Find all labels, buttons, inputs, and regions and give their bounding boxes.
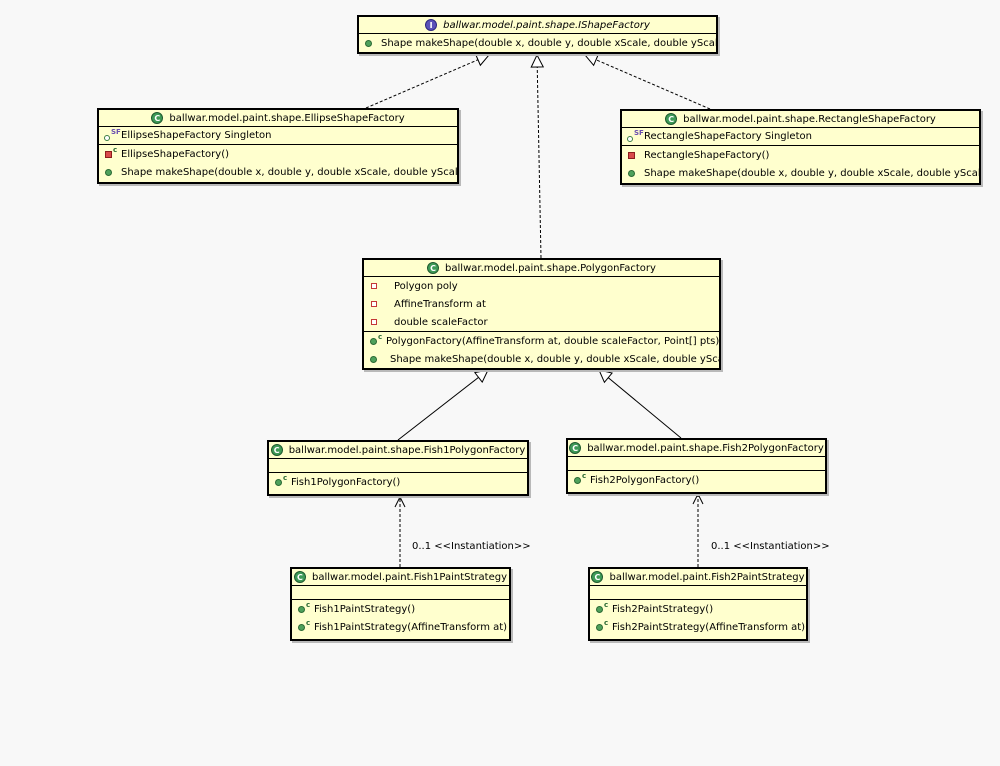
rectangleshapefactory-title: ballwar.model.paint.shape.RectangleShape…	[683, 113, 936, 125]
polygonfactory-class-box[interactable]: C ballwar.model.paint.shape.PolygonFacto…	[362, 258, 721, 370]
public-constructor-icon: c	[572, 472, 588, 487]
public-constructor-icon: c	[594, 619, 610, 634]
method-label: Shape makeShape(double x, double y, doub…	[121, 166, 457, 178]
class-icon: C	[151, 112, 164, 124]
class-icon: C	[591, 571, 604, 583]
constructor-label: RectangleShapeFactory()	[644, 149, 770, 161]
field-row[interactable]: double scaleFactor	[364, 313, 719, 331]
constructor-label: Fish2PaintStrategy(AffineTransform at)	[612, 621, 806, 633]
class-icon: C	[665, 113, 678, 125]
empty-fields-section	[568, 457, 825, 471]
fish1-instantiation-label: 0..1 <<Instantiation>>	[412, 541, 531, 552]
field-label: RectangleShapeFactory Singleton	[644, 131, 812, 142]
private-field-icon	[368, 315, 384, 329]
fish1polygonfactory-header: C ballwar.model.paint.shape.Fish1Polygon…	[269, 442, 527, 459]
public-method-icon	[626, 166, 642, 180]
constructor-row[interactable]: c Fish1PaintStrategy()	[292, 600, 509, 618]
constructor-row[interactable]: c Fish2PolygonFactory()	[568, 471, 825, 489]
rectangleshapefactory-header: C ballwar.model.paint.shape.RectangleSha…	[622, 111, 979, 128]
generalization-edge-fish2	[599, 370, 682, 439]
realization-edge-ellipse	[365, 55, 489, 109]
public-constructor-icon: c	[368, 333, 384, 348]
field-row[interactable]: Polygon poly	[364, 277, 719, 295]
field-row[interactable]: SF EllipseShapeFactory Singleton	[99, 127, 457, 144]
constructor-row[interactable]: c Fish1PaintStrategy(AffineTransform at)	[292, 618, 509, 636]
rectangleshapefactory-class-box[interactable]: C ballwar.model.paint.shape.RectangleSha…	[620, 109, 981, 185]
field-row[interactable]: SF RectangleShapeFactory Singleton	[622, 128, 979, 145]
constructor-row[interactable]: c PolygonFactory(AffineTransform at, dou…	[364, 332, 719, 350]
public-constructor-icon: c	[296, 619, 312, 634]
field-label: double scaleFactor	[394, 316, 488, 328]
static-final-field-icon: SF	[103, 128, 121, 143]
field-label: Polygon poly	[394, 280, 458, 292]
fish1paintstrategy-title: ballwar.model.paint.Fish1PaintStrategy	[311, 571, 508, 583]
fish1polygonfactory-title: ballwar.model.paint.shape.Fish1PolygonFa…	[288, 444, 526, 456]
polygonfactory-title: ballwar.model.paint.shape.PolygonFactory	[445, 262, 656, 274]
fish2polygonfactory-header: C ballwar.model.paint.shape.Fish2Polygon…	[568, 440, 825, 457]
constructor-row[interactable]: RectangleShapeFactory()	[622, 146, 979, 164]
class-icon: C	[270, 444, 283, 456]
fish1paintstrategy-class-box[interactable]: C ballwar.model.paint.Fish1PaintStrategy…	[290, 567, 511, 641]
class-icon: C	[293, 571, 306, 583]
constructor-row[interactable]: c Fish1PolygonFactory()	[269, 473, 527, 491]
fish2paintstrategy-title: ballwar.model.paint.Fish2PaintStrategy	[609, 571, 805, 583]
class-icon: C	[427, 262, 440, 274]
fish2polygonfactory-title: ballwar.model.paint.shape.Fish2PolygonFa…	[587, 442, 824, 454]
fish2-instantiation-label: 0..1 <<Instantiation>>	[711, 541, 830, 552]
polygonfactory-header: C ballwar.model.paint.shape.PolygonFacto…	[364, 260, 719, 277]
ellipseshapefactory-title: ballwar.model.paint.shape.EllipseShapeFa…	[169, 112, 405, 124]
field-row[interactable]: AffineTransform at	[364, 295, 719, 313]
ishapefactory-header: I ballwar.model.paint.shape.IShapeFactor…	[359, 17, 716, 34]
private-constructor-icon: c	[103, 146, 119, 161]
method-row[interactable]: Shape makeShape(double x, double y, doub…	[622, 164, 979, 182]
generalization-edge-fish1	[397, 370, 488, 441]
constructor-label: PolygonFactory(AffineTransform at, doubl…	[386, 335, 719, 347]
ellipseshapefactory-header: C ballwar.model.paint.shape.EllipseShape…	[99, 110, 457, 127]
ishapefactory-interface-box[interactable]: I ballwar.model.paint.shape.IShapeFactor…	[357, 15, 718, 54]
interface-icon: I	[425, 19, 438, 31]
private-field-icon	[368, 297, 384, 311]
empty-fields-section	[590, 586, 806, 600]
realization-edge-polygon	[537, 55, 541, 259]
field-label: AffineTransform at	[394, 298, 486, 310]
constructor-label: Fish2PolygonFactory()	[590, 474, 700, 486]
field-label: EllipseShapeFactory Singleton	[121, 130, 272, 141]
fish1paintstrategy-header: C ballwar.model.paint.Fish1PaintStrategy	[292, 569, 509, 586]
empty-fields-section	[292, 586, 509, 600]
public-constructor-icon: c	[594, 601, 610, 616]
method-row[interactable]: Shape makeShape(double x, double y, doub…	[364, 350, 719, 368]
private-constructor-icon	[626, 148, 642, 162]
public-constructor-icon: c	[273, 474, 289, 489]
ishapefactory-title: ballwar.model.paint.shape.IShapeFactory	[443, 19, 650, 31]
constructor-label: EllipseShapeFactory()	[121, 148, 230, 160]
method-label: Shape makeShape(double x, double y, doub…	[381, 37, 716, 49]
constructor-row[interactable]: c Fish2PaintStrategy(AffineTransform at)	[590, 618, 806, 636]
private-field-icon	[368, 279, 384, 293]
public-method-icon	[103, 165, 119, 179]
ellipseshapefactory-class-box[interactable]: C ballwar.model.paint.shape.EllipseShape…	[97, 108, 459, 184]
public-constructor-icon: c	[296, 601, 312, 616]
empty-fields-section	[269, 459, 527, 473]
fish1polygonfactory-class-box[interactable]: C ballwar.model.paint.shape.Fish1Polygon…	[267, 440, 529, 496]
constructor-label: Fish1PaintStrategy(AffineTransform at)	[314, 621, 508, 633]
class-icon: C	[569, 442, 582, 454]
method-label: Shape makeShape(double x, double y, doub…	[644, 167, 979, 179]
constructor-label: Fish1PaintStrategy()	[314, 603, 416, 615]
public-method-icon	[368, 352, 384, 366]
method-row[interactable]: Shape makeShape(double x, double y, doub…	[359, 34, 716, 52]
fish2paintstrategy-header: C ballwar.model.paint.Fish2PaintStrategy	[590, 569, 806, 586]
constructor-label: Fish1PolygonFactory()	[291, 476, 401, 488]
fish2paintstrategy-class-box[interactable]: C ballwar.model.paint.Fish2PaintStrategy…	[588, 567, 808, 641]
constructor-label: Fish2PaintStrategy()	[612, 603, 714, 615]
method-label: Shape makeShape(double x, double y, doub…	[390, 353, 719, 365]
constructor-row[interactable]: c Fish2PaintStrategy()	[590, 600, 806, 618]
method-row[interactable]: Shape makeShape(double x, double y, doub…	[99, 163, 457, 181]
fish2polygonfactory-class-box[interactable]: C ballwar.model.paint.shape.Fish2Polygon…	[566, 438, 827, 494]
public-method-icon	[363, 36, 379, 50]
static-final-field-icon: SF	[626, 129, 644, 144]
realization-edge-rectangle	[585, 55, 711, 110]
constructor-row[interactable]: c EllipseShapeFactory()	[99, 145, 457, 163]
